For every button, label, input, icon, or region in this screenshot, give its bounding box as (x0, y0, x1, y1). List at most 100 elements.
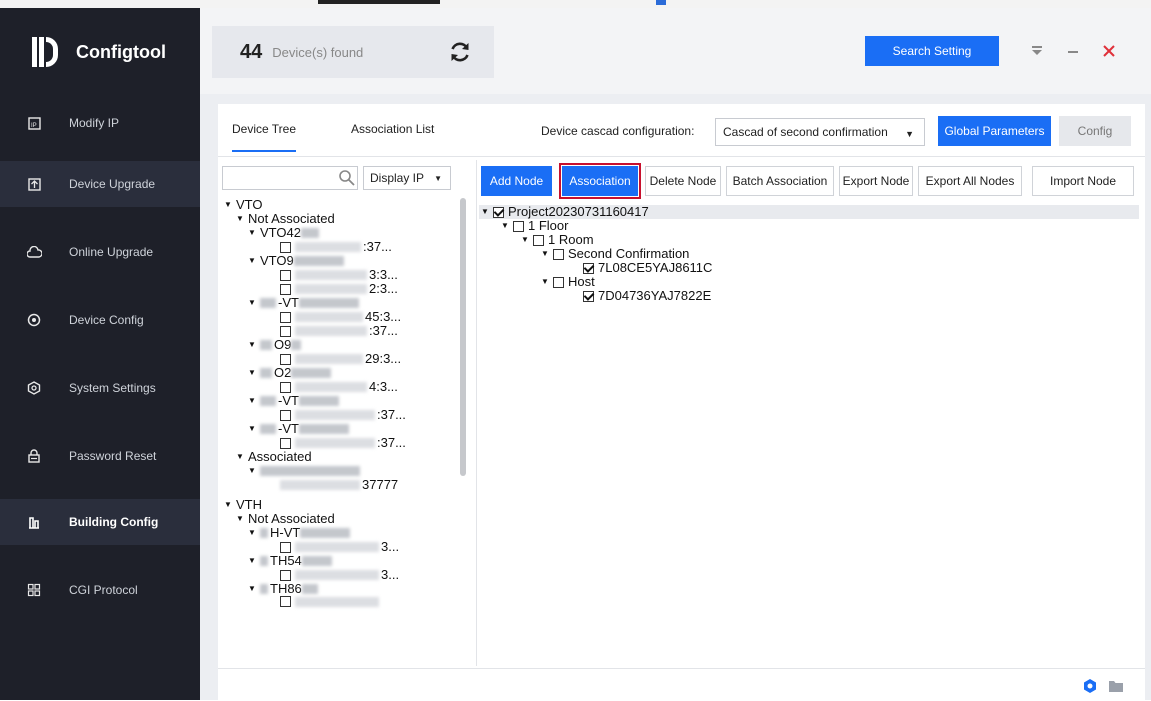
tree-node[interactable]: ▼ O2 (248, 366, 333, 380)
tree-node[interactable]: ▼ TH54 (248, 554, 334, 568)
tree-node-associated[interactable]: ▼ Associated (236, 450, 312, 464)
svg-text:IP: IP (31, 123, 37, 129)
collapse-icon[interactable] (1026, 36, 1048, 66)
tree-leaf[interactable]: 4:3... (280, 380, 398, 394)
tree-leaf[interactable]: 29:3... (280, 352, 401, 366)
tree-leaf[interactable]: :37... (280, 324, 398, 338)
app-window: Configtool IP Modify IP Device Upgrade O… (0, 8, 1151, 701)
grid-icon (26, 582, 42, 598)
tree-node-vto[interactable]: ▼ VTO (224, 198, 263, 212)
upload-icon (26, 176, 42, 192)
tree-node-host[interactable]: ▼ Host (541, 275, 595, 289)
import-node-button[interactable]: Import Node (1032, 166, 1134, 196)
ip-icon: IP (26, 115, 42, 131)
nav-cgi-protocol[interactable]: CGI Protocol (0, 567, 200, 613)
tree-node[interactable]: ▼ VTO9 (248, 254, 346, 268)
nav-system-settings[interactable]: System Settings (0, 365, 200, 411)
hexagon-icon[interactable] (1082, 678, 1098, 697)
tree-node-not-associated[interactable]: ▼ Not Associated (236, 212, 335, 226)
settings-icon (26, 380, 42, 396)
sidebar: Configtool IP Modify IP Device Upgrade O… (0, 8, 200, 700)
app-logo: Configtool (30, 32, 166, 72)
checkbox[interactable] (583, 290, 594, 302)
tree-node[interactable]: ▼ -VT (248, 422, 351, 436)
minimize-icon[interactable] (1062, 36, 1084, 66)
device-count: 44 (240, 40, 263, 63)
tree-node-not-associated[interactable]: ▼ Not Associated (236, 512, 335, 526)
cascade-select[interactable]: Cascad of second confirmation ▼ (715, 118, 925, 146)
search-icon[interactable] (338, 169, 356, 187)
nav-password-reset[interactable]: Password Reset (0, 433, 200, 479)
footer (218, 668, 1145, 701)
association-button[interactable]: Association (559, 163, 641, 199)
device-tree-pane: Display IP ▼ ▼ VTO ▼ Not Associated ▼ VTO42… (222, 158, 470, 666)
checkbox[interactable] (493, 206, 504, 218)
search-setting-button[interactable]: Search Setting (865, 36, 999, 66)
global-parameters-button[interactable]: Global Parameters (938, 116, 1051, 146)
refresh-icon[interactable] (447, 39, 473, 65)
top-strip (0, 0, 1151, 8)
tree-node-second-confirmation[interactable]: ▼ Second Confirmation (541, 247, 689, 261)
device-count-box: 44 Device(s) found (212, 26, 494, 78)
lock-icon (26, 448, 42, 464)
logo-mark-icon (30, 35, 60, 69)
device-count-label: Device(s) found (272, 44, 364, 60)
tree-node[interactable]: ▼ -VT (248, 296, 361, 310)
header: 44 Device(s) found Search Setting (200, 8, 1151, 94)
building-config-panel: Device Tree Association List Device casc… (218, 104, 1145, 694)
nav-online-upgrade[interactable]: Online Upgrade (0, 229, 200, 275)
tree-leaf[interactable]: :37... (280, 408, 406, 422)
checkbox[interactable] (533, 234, 544, 246)
display-select[interactable]: Display IP ▼ (363, 166, 451, 190)
delete-node-button[interactable]: Delete Node (645, 166, 721, 196)
tree-node-floor[interactable]: ▼ 1 Floor (501, 219, 568, 233)
tab-device-tree[interactable]: Device Tree (232, 122, 297, 152)
close-icon[interactable] (1098, 36, 1120, 66)
checkbox[interactable] (513, 220, 524, 232)
tree-node-room[interactable]: ▼ 1 Room (521, 233, 594, 247)
export-all-nodes-button[interactable]: Export All Nodes (918, 166, 1022, 196)
association-pane: Add Node Association Delete Node Batch A… (476, 160, 1146, 666)
folder-icon[interactable] (1108, 679, 1124, 696)
export-node-button[interactable]: Export Node (839, 166, 913, 196)
left-tree: ▼ VTO ▼ Not Associated ▼ VTO42 :37... ▼ VTO9… (222, 196, 462, 666)
project-tree: ▼ Project20230731160417 ▼ 1 Floor ▼ 1 Room … (477, 204, 1146, 664)
tree-leaf[interactable]: 3... (280, 568, 399, 582)
config-button[interactable]: Config (1059, 116, 1131, 146)
tree-leaf[interactable] (280, 596, 381, 607)
tree-leaf[interactable]: :37... (280, 436, 406, 450)
tree-leaf-device[interactable]: 7D04736YAJ7822E (583, 289, 711, 303)
tree-leaf[interactable]: :37... (280, 240, 392, 254)
app-name: Configtool (76, 41, 166, 62)
tree-node-project[interactable]: ▼ Project20230731160417 (481, 205, 649, 219)
content-area: 44 Device(s) found Search Setting Device… (200, 8, 1151, 701)
tree-node[interactable]: ▼ VTO42 (248, 226, 321, 240)
building-icon (26, 514, 42, 530)
add-node-button[interactable]: Add Node (481, 166, 552, 196)
tree-leaf[interactable]: 3:3... (280, 268, 398, 282)
checkbox[interactable] (553, 248, 564, 260)
tree-node[interactable]: ▼ H-VT (248, 526, 352, 540)
config-icon (26, 312, 42, 328)
checkbox[interactable] (553, 276, 564, 288)
tree-node[interactable]: ▼ TH86 (248, 582, 320, 596)
chevron-down-icon: ▼ (905, 129, 914, 139)
tabs-bar: Device Tree Association List Device casc… (218, 104, 1145, 157)
tree-leaf[interactable]: 2:3... (280, 282, 398, 296)
tab-association-list[interactable]: Association List (351, 122, 434, 136)
chevron-down-icon: ▼ (434, 174, 442, 183)
tree-leaf[interactable]: 3... (280, 540, 399, 554)
batch-association-button[interactable]: Batch Association (726, 166, 834, 196)
tree-node[interactable]: ▼ O9 (248, 338, 303, 352)
nav-building-config[interactable]: Building Config (0, 499, 200, 545)
nav-device-config[interactable]: Device Config (0, 297, 200, 343)
tree-node-vth[interactable]: ▼ VTH (224, 498, 262, 512)
nav-modify-ip[interactable]: IP Modify IP (0, 100, 200, 146)
tree-leaf[interactable]: 45:3... (280, 310, 401, 324)
tree-node[interactable]: ▼ (248, 464, 362, 478)
tree-leaf[interactable]: 37777 (280, 478, 398, 492)
tree-leaf-device[interactable]: 7L08CE5YAJ8611C (583, 261, 712, 275)
nav-device-upgrade[interactable]: Device Upgrade (0, 161, 200, 207)
tree-node[interactable]: ▼ -VT (248, 394, 341, 408)
checkbox[interactable] (583, 262, 594, 274)
